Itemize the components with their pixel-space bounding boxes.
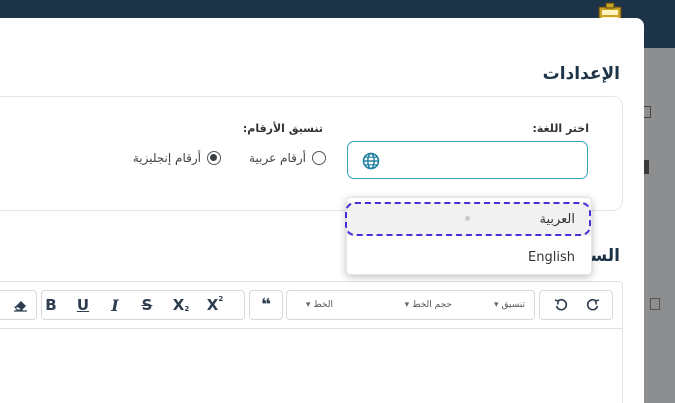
font-options-group: تنسيق ▾ حجم الخط ▾ الخط ▾ [286, 290, 535, 320]
editor-toolbar: تنسيق ▾ حجم الخط ▾ الخط ▾ ❝ X2 X2 S I U B [0, 282, 622, 329]
settings-modal: الإعدادات اختر اللغة: تنسيق الأرقام: أرق… [0, 18, 644, 403]
undo-button[interactable] [546, 291, 576, 319]
history-group [539, 290, 613, 320]
bold-button[interactable]: B [36, 291, 66, 319]
cursor-indicator [465, 216, 470, 221]
format-label: تنسيق [501, 300, 525, 310]
font-size-label: حجم الخط [412, 300, 452, 310]
format-dropdown[interactable]: تنسيق ▾ [465, 291, 525, 319]
number-format-label: تنسيق الأرقام: [242, 122, 323, 135]
redo-button[interactable] [578, 291, 608, 319]
background-icon [644, 106, 651, 118]
strikethrough-button[interactable]: S [132, 291, 162, 319]
quote-icon: ❝ [261, 295, 271, 315]
radio-arabic-numerals[interactable]: أرقام عربية [236, 151, 326, 165]
chevron-down-icon: ▾ [305, 300, 311, 310]
superscript-icon: X [206, 296, 219, 314]
redo-icon [586, 298, 600, 311]
globe-icon [362, 152, 380, 170]
font-dropdown[interactable]: الخط ▾ [293, 291, 333, 319]
strikethrough-icon: S [141, 296, 153, 314]
quote-group: ❝ [249, 290, 283, 320]
font-size-dropdown[interactable]: حجم الخط ▾ [382, 291, 452, 319]
font-label: الخط [313, 300, 333, 310]
language-option-english[interactable]: English [347, 238, 591, 276]
undo-icon [554, 298, 568, 311]
chevron-down-icon: ▾ [404, 300, 410, 310]
underline-icon: U [76, 296, 90, 314]
blockquote-button[interactable]: ❝ [252, 291, 280, 319]
language-dropdown-menu: العربية English [346, 197, 592, 275]
radio-label: أرقام عربية [249, 151, 306, 165]
superscript-button[interactable]: X2 [200, 291, 230, 319]
radio-label: أرقام إنجليزية [132, 151, 201, 165]
background-icon [650, 298, 660, 310]
bold-icon: B [45, 296, 57, 314]
settings-title: الإعدادات [542, 64, 620, 84]
subscript-button[interactable]: X2 [166, 291, 196, 319]
subscript-icon: X [172, 296, 185, 314]
radio-button[interactable] [312, 151, 326, 165]
italic-icon: I [111, 295, 119, 315]
language-label: اختر اللغة: [532, 122, 589, 135]
clear-format-group [0, 290, 37, 320]
italic-button[interactable]: I [100, 291, 130, 319]
text-style-group: X2 X2 S I U B [41, 290, 245, 320]
language-select[interactable] [347, 141, 588, 179]
underline-button[interactable]: U [68, 291, 98, 319]
clear-formatting-button[interactable] [6, 291, 34, 319]
chevron-down-icon: ▾ [493, 300, 499, 310]
radio-button-checked[interactable] [207, 151, 221, 165]
rich-text-editor[interactable]: تنسيق ▾ حجم الخط ▾ الخط ▾ ❝ X2 X2 S I U B [0, 281, 623, 403]
eraser-icon [13, 301, 27, 312]
radio-english-numerals[interactable]: أرقام إنجليزية [115, 151, 221, 165]
